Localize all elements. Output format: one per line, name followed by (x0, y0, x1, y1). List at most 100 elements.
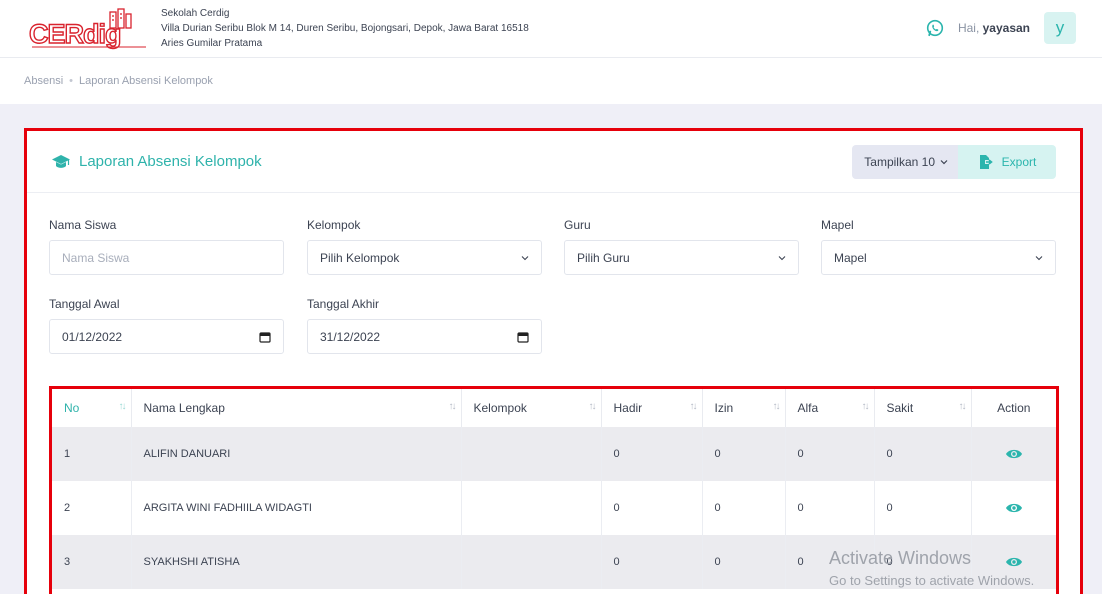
column-header-nama-lengkap[interactable]: Nama Lengkap ↑↓ (131, 389, 462, 427)
cell-kelompok (461, 427, 602, 481)
nama-siswa-placeholder: Nama Siswa (62, 250, 130, 265)
sort-icon[interactable]: ↑↓ (449, 401, 457, 412)
cell-alfa: 0 (785, 535, 875, 589)
kelompok-field: Kelompok Pilih Kelompok (307, 218, 542, 275)
tanggal-awal-label: Tanggal Awal (49, 297, 120, 311)
card-header: Laporan Absensi Kelompok Tampilkan 10 Ex… (27, 131, 1080, 193)
nama-siswa-label: Nama Siswa (49, 218, 117, 232)
cell-sakit: 0 (874, 427, 972, 481)
cell-izin: 0 (702, 481, 786, 535)
guru-select[interactable]: Pilih Guru (564, 240, 799, 275)
calendar-icon[interactable] (259, 331, 271, 343)
cell-hadir: 0 (601, 481, 703, 535)
tampilkan-dropdown[interactable]: Tampilkan 10 (852, 145, 958, 179)
school-name: Sekolah Cerdig (161, 8, 230, 19)
guru-value: Pilih Guru (577, 250, 630, 265)
table-row: 3 SYAKHSHI ATISHA 0 0 0 0 (52, 535, 1056, 589)
mapel-field: Mapel Mapel (821, 218, 1056, 275)
cell-alfa: 0 (785, 481, 875, 535)
sort-icon[interactable]: ↑↓ (589, 401, 597, 412)
cell-hadir: 0 (601, 427, 703, 481)
column-header-kelompok[interactable]: Kelompok ↑↓ (461, 389, 602, 427)
cell-action (971, 535, 1056, 589)
svg-text:CERdig: CERdig (29, 19, 121, 49)
breadcrumb-current: Laporan Absensi Kelompok (79, 75, 213, 87)
tanggal-akhir-input[interactable]: 31/12/2022 (307, 319, 542, 354)
card-title-text: Laporan Absensi Kelompok (79, 153, 262, 170)
chevron-down-icon (940, 157, 948, 167)
cell-nama: ALIFIN DANUARI (131, 427, 462, 481)
calendar-icon[interactable] (517, 331, 529, 343)
whatsapp-icon[interactable] (926, 19, 944, 37)
eye-icon[interactable] (1005, 502, 1023, 514)
cell-izin: 0 (702, 535, 786, 589)
user-greeting: Hai, yayasan (958, 21, 1030, 35)
breadcrumb: Absensi • Laporan Absensi Kelompok (24, 75, 213, 87)
cerdig-logo[interactable]: CERdig (28, 8, 150, 52)
breadcrumb-separator: • (69, 75, 73, 87)
column-header-sakit[interactable]: Sakit ↑↓ (874, 389, 972, 427)
graduation-cap-icon (51, 154, 71, 170)
attendance-table-container: No ↑↓ Nama Lengkap ↑↓ Kelompok ↑↓ Hadir ↑↓ I… (49, 386, 1059, 594)
cell-izin: 0 (702, 427, 786, 481)
tanggal-awal-field: Tanggal Awal 01/12/2022 (49, 297, 284, 354)
card-title: Laporan Absensi Kelompok (51, 153, 262, 170)
guru-field: Guru Pilih Guru (564, 218, 799, 275)
cell-nama: ARGITA WINI FADHIILA WIDAGTI (131, 481, 462, 535)
kelompok-label: Kelompok (307, 218, 361, 232)
column-header-label: Kelompok (473, 401, 527, 415)
nama-siswa-input[interactable]: Nama Siswa (49, 240, 284, 275)
kelompok-select[interactable]: Pilih Kelompok (307, 240, 542, 275)
cell-no: 1 (52, 427, 132, 481)
eye-icon[interactable] (1005, 448, 1023, 460)
user-area: Hai, yayasan y (926, 12, 1076, 44)
mapel-label: Mapel (821, 218, 854, 232)
username: yayasan (982, 21, 1030, 35)
tanggal-awal-value: 01/12/2022 (62, 329, 123, 344)
column-header-alfa[interactable]: Alfa ↑↓ (785, 389, 875, 427)
column-header-label: Alfa (797, 401, 819, 415)
tanggal-akhir-value: 31/12/2022 (320, 329, 381, 344)
cell-kelompok (461, 535, 602, 589)
column-header-label: No (64, 401, 80, 415)
table-row: 2 ARGITA WINI FADHIILA WIDAGTI 0 0 0 0 (52, 481, 1056, 535)
column-header-label: Hadir (613, 401, 643, 415)
school-info: Sekolah Cerdig Villa Durian Seribu Blok … (161, 6, 529, 51)
sort-icon[interactable]: ↑↓ (862, 401, 870, 412)
chevron-down-icon (776, 252, 788, 264)
column-header-label: Nama Lengkap (143, 401, 225, 415)
chevron-down-icon (519, 252, 531, 264)
eye-icon[interactable] (1005, 556, 1023, 568)
export-label: Export (1001, 155, 1037, 169)
cell-alfa: 0 (785, 427, 875, 481)
column-header-label: Izin (714, 401, 734, 415)
tanggal-awal-input[interactable]: 01/12/2022 (49, 319, 284, 354)
mapel-value: Mapel (834, 250, 867, 265)
column-header-izin[interactable]: Izin ↑↓ (702, 389, 786, 427)
guru-label: Guru (564, 218, 591, 232)
attendance-table: No ↑↓ Nama Lengkap ↑↓ Kelompok ↑↓ Hadir ↑↓ I… (52, 389, 1056, 589)
cell-action (971, 481, 1056, 535)
tanggal-akhir-label: Tanggal Akhir (307, 297, 380, 311)
table-header-row: No ↑↓ Nama Lengkap ↑↓ Kelompok ↑↓ Hadir ↑↓ I… (52, 389, 1056, 427)
mapel-select[interactable]: Mapel (821, 240, 1056, 275)
cell-no: 2 (52, 481, 132, 535)
cell-sakit: 0 (874, 535, 972, 589)
column-header-no[interactable]: No ↑↓ (52, 389, 132, 427)
export-button[interactable]: Export (958, 145, 1056, 179)
header-actions: Tampilkan 10 Export (852, 145, 1056, 179)
breadcrumb-absensi[interactable]: Absensi (24, 75, 63, 87)
sort-icon[interactable]: ↑↓ (959, 401, 967, 412)
tanggal-akhir-field: Tanggal Akhir 31/12/2022 (307, 297, 542, 354)
sort-icon[interactable]: ↑↓ (773, 401, 781, 412)
cell-action (971, 427, 1056, 481)
tampilkan-label: Tampilkan 10 (864, 155, 935, 169)
sort-icon[interactable]: ↑↓ (690, 401, 698, 412)
avatar[interactable]: y (1044, 12, 1076, 44)
column-header-hadir[interactable]: Hadir ↑↓ (601, 389, 703, 427)
cell-sakit: 0 (874, 481, 972, 535)
school-principal: Aries Gumilar Pratama (161, 38, 263, 49)
sort-icon[interactable]: ↑↓ (119, 401, 127, 412)
top-header: CERdig Sekolah Cerdig Villa Durian Serib… (0, 0, 1102, 58)
cell-kelompok (461, 481, 602, 535)
